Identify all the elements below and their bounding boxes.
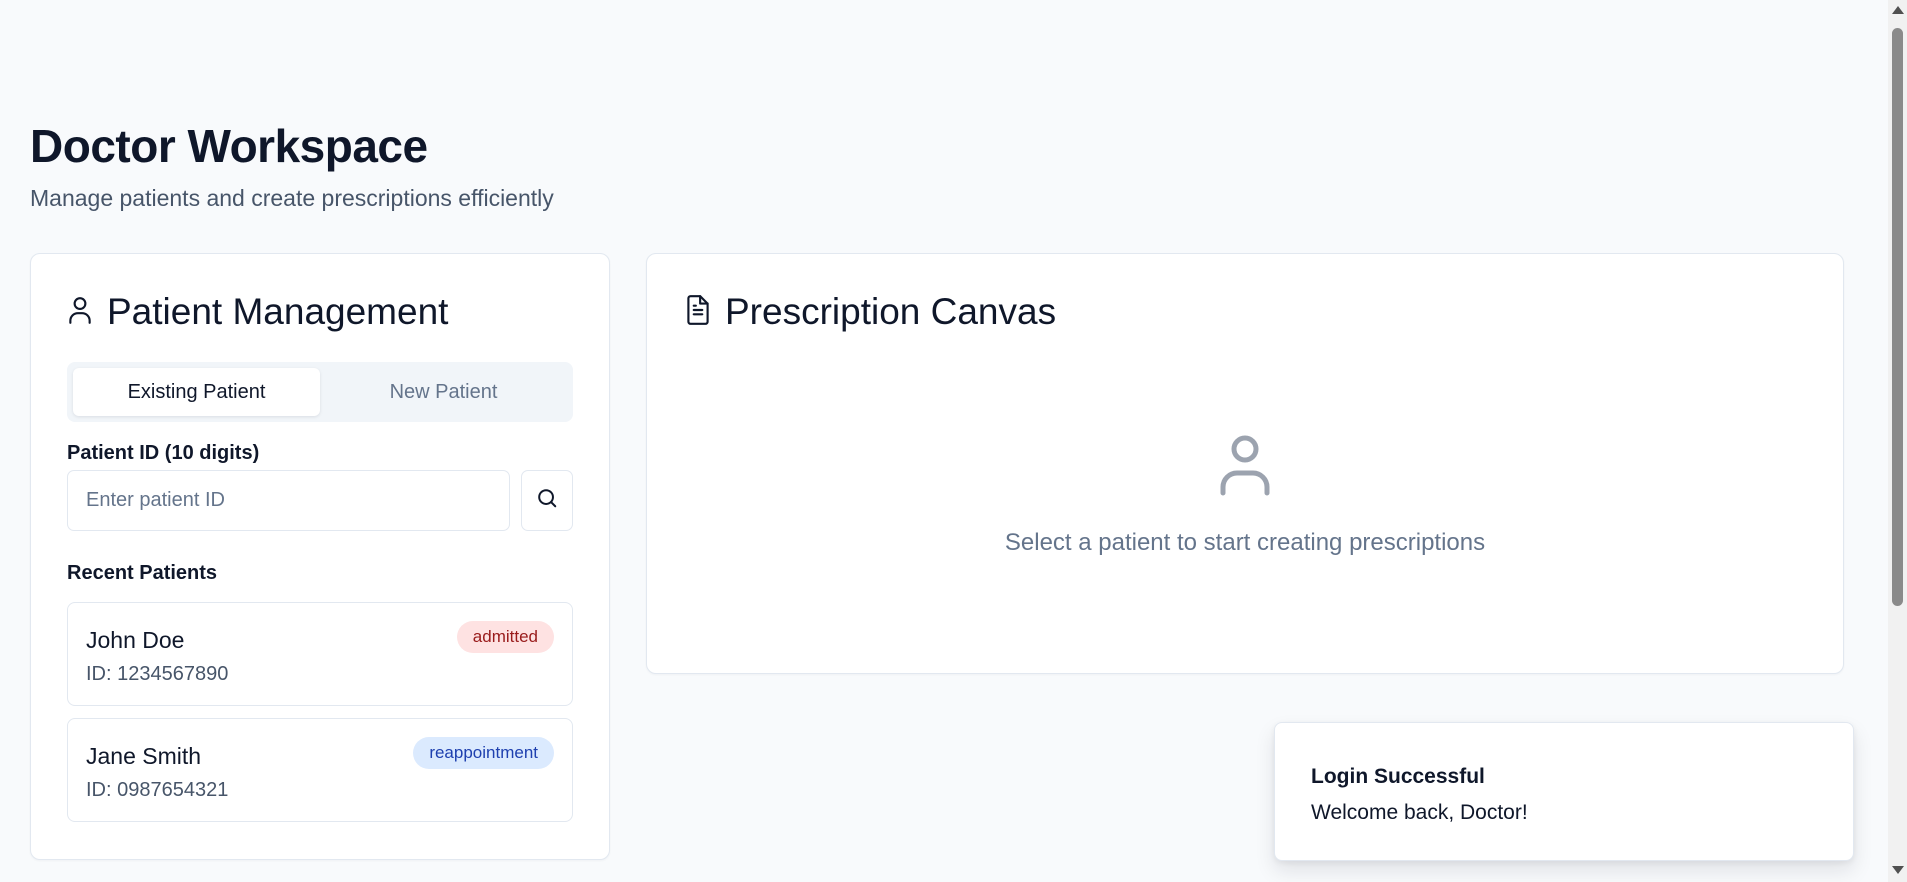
- patient-id-text: ID: 0987654321: [86, 779, 229, 801]
- recent-patient-card[interactable]: John Doe ID: 1234567890 admitted: [67, 602, 573, 706]
- scroll-up-arrow-icon[interactable]: [1892, 6, 1904, 14]
- user-icon: [67, 295, 93, 330]
- page-subtitle: Manage patients and create prescriptions…: [30, 185, 554, 211]
- recent-patients-label: Recent Patients: [67, 562, 218, 584]
- page-header: Doctor Workspace Manage patients and cre…: [30, 118, 554, 212]
- toast-description: Welcome back, Doctor!: [1311, 801, 1528, 824]
- toast-notification[interactable]: Login Successful Welcome back, Doctor!: [1274, 722, 1854, 861]
- patient-id-label: Patient ID (10 digits): [67, 442, 260, 464]
- tab-existing-patient[interactable]: Existing Patient: [73, 368, 320, 416]
- empty-state: Select a patient to start creating presc…: [647, 434, 1843, 557]
- search-patient-button[interactable]: [521, 470, 573, 531]
- tab-new-patient[interactable]: New Patient: [320, 368, 567, 416]
- scroll-down-arrow-icon[interactable]: [1892, 866, 1904, 874]
- patient-management-title: Patient Management: [107, 291, 449, 332]
- search-icon: [536, 487, 558, 514]
- doctor-workspace-page: Doctor Workspace Manage patients and cre…: [0, 0, 1907, 882]
- page-scrollbar[interactable]: [1888, 0, 1907, 882]
- patient-id-input[interactable]: [68, 471, 509, 530]
- patient-management-header: Patient Management: [67, 290, 448, 334]
- patient-name: John Doe: [86, 627, 185, 653]
- prescription-canvas-title: Prescription Canvas: [725, 291, 1057, 332]
- status-badge: reappointment: [413, 737, 554, 769]
- patient-management-card: Patient Management Existing Patient New …: [30, 253, 610, 860]
- patient-name: Jane Smith: [86, 743, 202, 769]
- scroll-thumb[interactable]: [1892, 28, 1903, 606]
- user-icon: [1219, 434, 1271, 501]
- patient-id-text: ID: 1234567890: [86, 663, 229, 685]
- recent-patient-card[interactable]: Jane Smith ID: 0987654321 reappointment: [67, 718, 573, 822]
- prescription-canvas-header: Prescription Canvas: [685, 290, 1056, 334]
- patient-id-field-wrapper: [67, 470, 510, 531]
- status-badge: admitted: [456, 621, 554, 653]
- patient-mode-tabs: Existing Patient New Patient: [67, 362, 573, 422]
- toast-title: Login Successful: [1311, 765, 1485, 788]
- prescription-canvas-card: Prescription Canvas Select a patient to …: [646, 253, 1844, 674]
- file-text-icon: [685, 294, 711, 331]
- empty-state-message: Select a patient to start creating presc…: [1004, 529, 1486, 556]
- page-title: Doctor Workspace: [30, 120, 428, 172]
